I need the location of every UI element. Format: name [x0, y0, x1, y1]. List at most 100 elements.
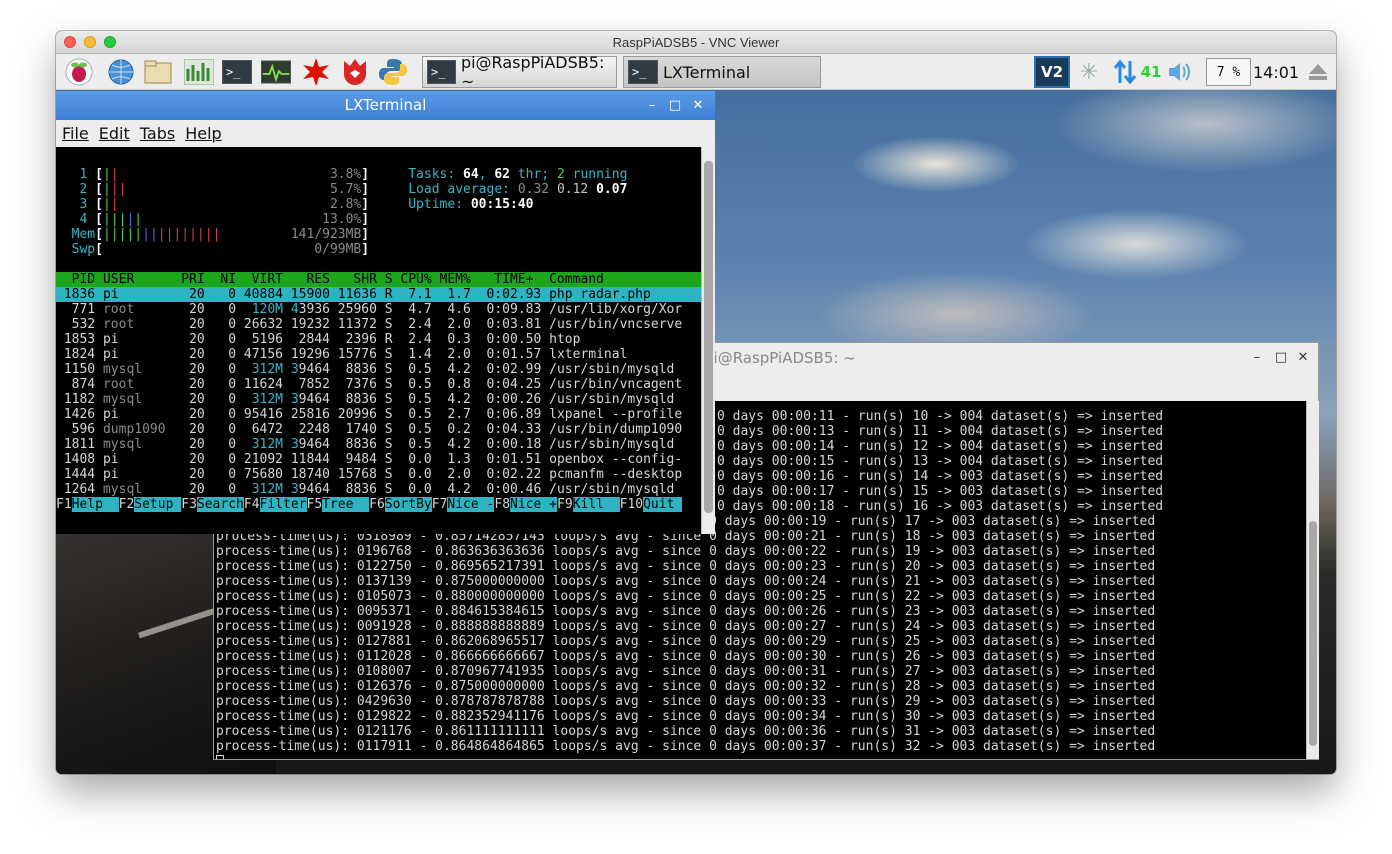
function-key-label[interactable]: Filter [259, 497, 307, 512]
scrollbar-thumb[interactable] [704, 161, 713, 513]
process-row[interactable]: 532 root 20 0 26632 19232 11372 S 2.4 2.… [56, 317, 701, 332]
meter-bracket: ] [361, 182, 370, 197]
bluetooth-icon[interactable]: ✳ [1078, 56, 1100, 88]
process-row[interactable]: 1853 pi 20 0 5196 2844 2396 R 2.4 0.3 0:… [56, 332, 701, 347]
process-row[interactable]: 1264 mysql 20 0 312M 39464 8836 S 0.0 4.… [56, 482, 701, 497]
process-pri-ni: 20 0 2 [181, 452, 252, 467]
web-browser-icon[interactable] [106, 58, 136, 86]
terminal-line: 0 days 00:00:11 - run(s) 10 -> 004 datas… [717, 409, 1164, 424]
process-row[interactable]: 596 dump1090 20 0 6472 2248 1740 S 0.5 0… [56, 422, 701, 437]
process-virt: 6472 [251, 422, 299, 437]
process-row[interactable]: 1408 pi 20 0 21092 11844 9484 S 0.0 1.3 … [56, 452, 701, 467]
header-info: Tasks: [408, 167, 464, 182]
wolfram-icon[interactable] [301, 58, 331, 86]
terminal-icon[interactable]: >_ [222, 58, 252, 86]
terminal-line: process-time(us): 0121176 - 0.8611111111… [216, 724, 1156, 739]
function-key-label[interactable]: Search [196, 497, 244, 512]
volume-icon[interactable] [1166, 56, 1194, 88]
htop-line: Swp[ 0/99MB] [56, 242, 701, 257]
function-key-label[interactable]: Setup [134, 497, 182, 512]
scrollbar-thumb[interactable] [1309, 521, 1317, 746]
function-key-label[interactable]: Nice + [510, 497, 557, 512]
pi-terminal-scrollbar[interactable] [1306, 401, 1319, 759]
menu-tabs[interactable]: Tabs [134, 120, 179, 143]
meter-bar: | [110, 182, 119, 197]
terminal-line: 0 days 00:00:16 - run(s) 14 -> 003 datas… [717, 469, 1164, 484]
process-pid: 1264 [56, 482, 103, 497]
process-user: mysql [102, 362, 182, 377]
close-button[interactable]: ✕ [1292, 343, 1314, 372]
task-button-lxterminal[interactable]: >_ LXTerminal [623, 56, 821, 88]
task-button-label: pi@RaspPiADSB5: ~ [460, 54, 605, 91]
window-title: RaspPiADSB5 - VNC Viewer [612, 35, 780, 50]
close-button[interactable]: ✕ [687, 91, 709, 120]
process-state [393, 302, 409, 317]
htop-line: 1 [|| 3.8%] Tasks: 64, 62 thr; 2 running [56, 167, 701, 182]
mathematica-icon[interactable] [340, 58, 370, 86]
close-window-button[interactable] [64, 36, 76, 48]
process-virt: 5416 2 [251, 407, 299, 422]
meter-bracket: [ [95, 182, 103, 197]
terminal-line: process-time(us): 0127881 - 0.8620689655… [216, 634, 1156, 649]
clock[interactable]: 14:01 [1253, 56, 1299, 88]
function-key: F1 [56, 497, 72, 512]
system-monitor-icon[interactable] [261, 58, 291, 86]
process-state [393, 407, 409, 422]
menu-file[interactable]: File [56, 120, 93, 143]
process-row[interactable]: 874 root 20 0 11624 7852 7376 S 0.5 0.8 … [56, 377, 701, 392]
minimize-button[interactable]: – [1246, 343, 1268, 372]
minimize-button[interactable]: – [641, 91, 663, 120]
process-pri-ni: 20 0 [181, 302, 252, 317]
process-row[interactable]: 1824 pi 20 0 47156 19296 15776 S 1.4 2.0… [56, 347, 701, 362]
function-key-label[interactable]: Tree [322, 497, 370, 512]
function-key-label[interactable]: Quit [643, 497, 683, 512]
process-user: root [102, 302, 182, 317]
htop-line: Mem[||||||||||||||| 141/923MB] [56, 227, 701, 242]
htop-line: 3 [|| 2.8%] Uptime: 00:15:40 [56, 197, 701, 212]
process-user: root [102, 377, 182, 392]
process-row[interactable]: 1150 mysql 20 0 312M 39464 8836 S 0.5 4.… [56, 362, 701, 377]
function-key-label[interactable]: Kill [572, 497, 620, 512]
lxterminal-title-bar[interactable]: LXTerminal – □ ✕ [56, 91, 715, 120]
process-row[interactable]: 1836 pi 20 0 40884 15900 11636 R 7.1 1.7… [56, 287, 701, 302]
maximize-button[interactable]: □ [1270, 343, 1292, 372]
vnc-server-icon[interactable]: V2 [1034, 56, 1070, 88]
process-rest: 1.4 2.0 0:01.57 lxterminal [408, 347, 628, 362]
meter-bar: | [110, 212, 119, 227]
raspberry-menu-icon[interactable] [64, 58, 94, 86]
file-manager-icon[interactable] [144, 58, 174, 86]
cpu-usage-monitor[interactable]: 7 % [1206, 58, 1251, 86]
mem-meter-value: 141/923MB [290, 227, 362, 242]
maximize-button[interactable]: □ [664, 91, 686, 120]
cpu-monitor-icon[interactable] [184, 58, 214, 86]
python-icon[interactable] [378, 58, 408, 86]
process-table-header: PID USER PRI NI VIRT RES SHR S CPU% MEM%… [56, 272, 701, 287]
eject-icon[interactable] [1306, 56, 1330, 88]
process-row[interactable]: 1811 mysql 20 0 312M 39464 8836 S 0.5 4.… [56, 437, 701, 452]
meter-bar: | [149, 227, 158, 242]
process-virt: 6632 1 [251, 317, 299, 332]
terminal-line: process-time(us): 0091928 - 0.8888888888… [216, 619, 1156, 634]
menu-edit[interactable]: Edit [93, 120, 134, 143]
function-key-label[interactable]: Help [71, 497, 119, 512]
function-key-label[interactable]: SortBy [384, 497, 432, 512]
zoom-window-button[interactable] [104, 36, 116, 48]
process-state [393, 347, 409, 362]
lxterminal-scrollbar[interactable] [701, 147, 715, 534]
process-row[interactable]: 1444 pi 20 0 75680 18740 15768 S 0.0 2.0… [56, 467, 701, 482]
process-res: 9296 1 [298, 347, 346, 362]
process-row[interactable]: 1182 mysql 20 0 312M 39464 8836 S 0.5 4.… [56, 392, 701, 407]
menu-help[interactable]: Help [179, 120, 225, 143]
process-row[interactable]: 1426 pi 20 0 95416 25816 20996 S 0.5 2.7… [56, 407, 701, 422]
terminal-line: 0 days 00:00:17 - run(s) 15 -> 003 datas… [717, 484, 1164, 499]
vnc-title-bar: RaspPiADSB5 - VNC Viewer [56, 31, 1336, 54]
task-button-pi-terminal[interactable]: >_ pi@RaspPiADSB5: ~ [422, 54, 617, 91]
minimize-window-button[interactable] [84, 36, 96, 48]
network-icon[interactable] [1112, 56, 1138, 88]
vnc-viewer-window: RaspPiADSB5 - VNC Viewer >_ >_ pi@RaspPi… [56, 31, 1336, 774]
process-rest: 2.4 2.0 0:03.81 /usr/bin/vncserve [408, 317, 683, 332]
process-row[interactable]: 771 root 20 0 120M 43936 25960 S 4.7 4.6… [56, 302, 701, 317]
process-pri-ni: 20 0 [181, 437, 252, 452]
function-key-label[interactable]: Nice - [447, 497, 495, 512]
process-user: dump1090 [102, 422, 182, 437]
